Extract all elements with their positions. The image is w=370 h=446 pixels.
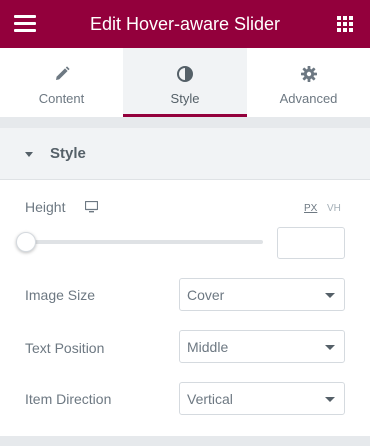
tab-advanced-label: Advanced (279, 91, 338, 106)
gear-icon (300, 66, 317, 82)
height-slider-track[interactable] (25, 240, 263, 244)
half-circle-contrast-icon (177, 66, 193, 82)
chevron-down-icon (325, 293, 335, 298)
chevron-down-icon (325, 345, 335, 350)
text-position-value: Middle (187, 339, 229, 355)
image-size-label: Image Size (25, 287, 96, 303)
image-size-select[interactable]: Cover (179, 278, 345, 311)
caret-down-icon (25, 152, 33, 157)
height-slider-handle[interactable] (16, 232, 36, 252)
text-position-label: Text Position (25, 340, 105, 356)
grid-apps-icon[interactable] (337, 16, 353, 32)
height-label: Height (25, 199, 66, 215)
desktop-monitor-icon[interactable] (85, 201, 98, 213)
pencil-icon (55, 66, 70, 80)
unit-vh-option[interactable]: VH (327, 203, 341, 214)
chevron-down-icon (325, 397, 335, 402)
section-separator-bottom (0, 436, 370, 446)
section-title: Style (50, 145, 86, 162)
panel-tabs: Content Style Advanced (0, 48, 370, 117)
item-direction-label: Item Direction (25, 391, 112, 407)
item-direction-select[interactable]: Vertical (179, 382, 345, 415)
panel-header: Edit Hover-aware Slider (0, 0, 370, 48)
tab-content[interactable]: Content (0, 48, 123, 117)
image-size-value: Cover (187, 287, 225, 303)
tab-content-label: Content (38, 91, 85, 106)
height-value-input[interactable] (277, 227, 345, 259)
style-section-toggle[interactable]: Style (0, 128, 370, 180)
item-direction-value: Vertical (187, 391, 233, 407)
panel-title: Edit Hover-aware Slider (89, 14, 281, 34)
tab-advanced[interactable]: Advanced (247, 48, 370, 117)
text-position-select[interactable]: Middle (179, 330, 345, 363)
unit-px-option[interactable]: PX (304, 203, 317, 214)
tab-style[interactable]: Style (123, 48, 247, 117)
section-separator (0, 117, 370, 128)
tab-style-label: Style (170, 91, 200, 106)
